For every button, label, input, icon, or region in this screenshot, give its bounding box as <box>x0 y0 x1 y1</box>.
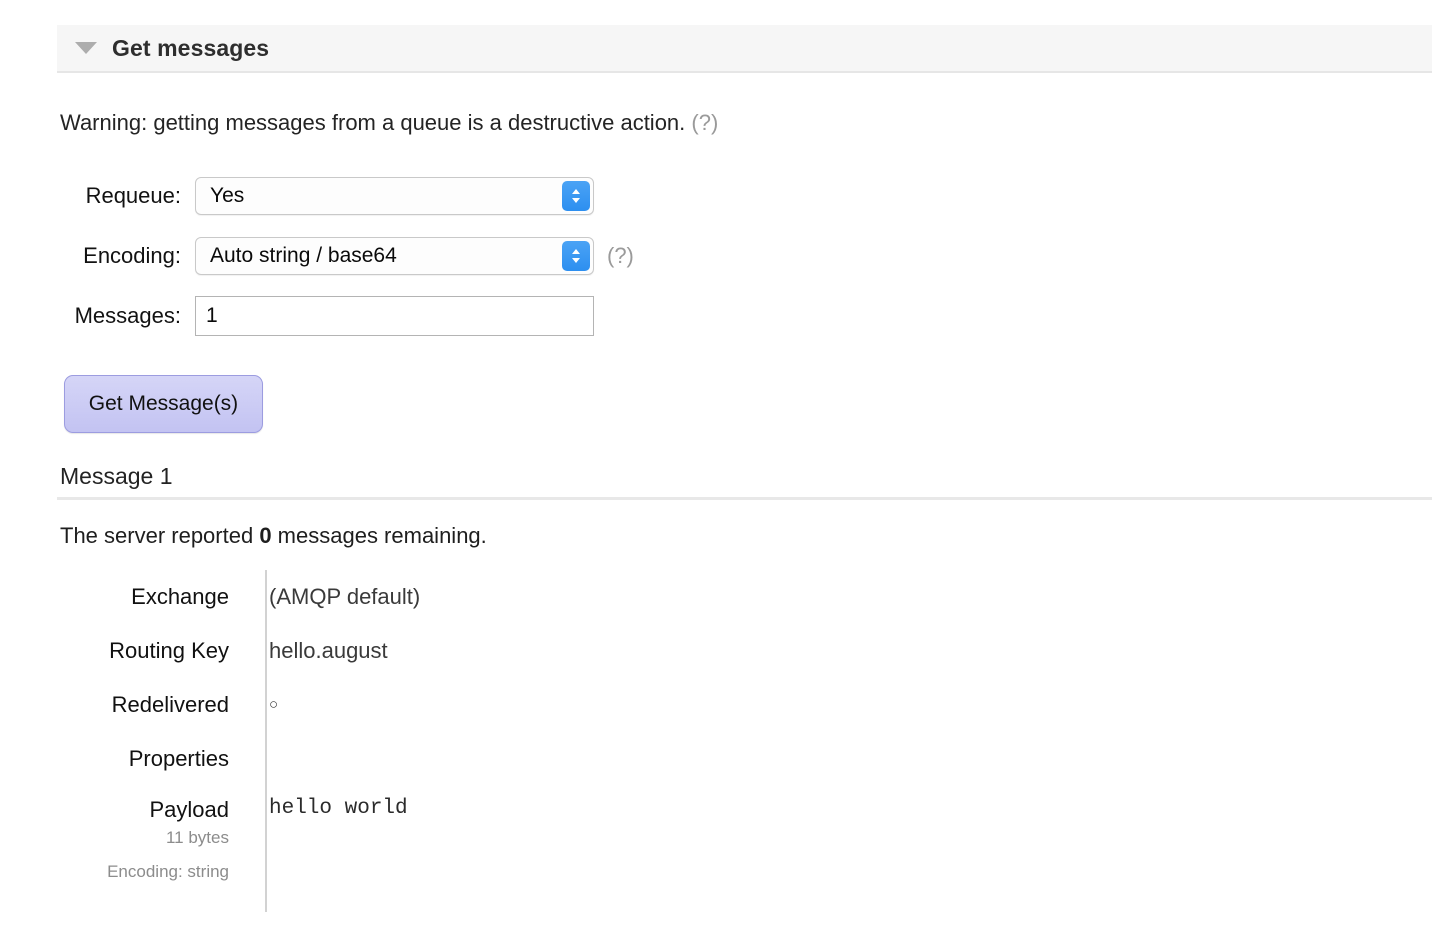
detail-value-exchange: (AMQP default) <box>269 584 421 609</box>
get-messages-button[interactable]: Get Message(s) <box>64 375 263 433</box>
encoding-label: Encoding: <box>83 242 181 268</box>
detail-value-payload: hello world <box>269 797 408 820</box>
messages-row: Messages: <box>0 294 634 337</box>
messages-count-input[interactable] <box>195 295 594 336</box>
encoding-row: Encoding: Auto string / base64 (?) <box>0 234 634 277</box>
server-report-prefix: The server reported <box>60 523 260 548</box>
destructive-action-warning: Warning: getting messages from a queue i… <box>60 110 718 136</box>
detail-value-redelivered: ○ <box>269 696 279 713</box>
requeue-selected-value: Yes <box>210 183 245 207</box>
requeue-label: Requeue: <box>85 182 181 208</box>
warning-text: Warning: getting messages from a queue i… <box>60 110 686 135</box>
payload-label: Payload <box>149 797 229 822</box>
message-detail-table: Exchange (AMQP default) Routing Key hell… <box>0 570 1000 889</box>
get-messages-section-header[interactable]: Get messages <box>57 25 1432 73</box>
payload-encoding: Encoding: string <box>107 862 229 881</box>
triangle-down-icon[interactable] <box>75 42 97 54</box>
chevron-updown-icon[interactable] <box>562 240 590 271</box>
table-row: Redelivered ○ <box>0 678 1000 732</box>
detail-value-routing-key: hello.august <box>269 638 388 663</box>
encoding-help-icon[interactable]: (?) <box>607 243 634 269</box>
messages-label: Messages: <box>74 302 181 328</box>
detail-key-payload: Payload 11 bytes Encoding: string <box>0 786 247 889</box>
get-messages-form: Requeue: Yes Encoding: Auto string / bas… <box>0 174 634 354</box>
table-row: Properties <box>0 732 1000 786</box>
encoding-selected-value: Auto string / base64 <box>210 243 397 267</box>
remaining-count: 0 <box>259 523 272 548</box>
page-title: Get messages <box>112 34 270 61</box>
requeue-select[interactable]: Yes <box>195 176 594 215</box>
detail-key-properties: Properties <box>128 746 229 771</box>
warning-help-icon[interactable]: (?) <box>691 110 718 135</box>
table-row-payload: Payload 11 bytes Encoding: string hello … <box>0 786 1000 889</box>
requeue-row: Requeue: Yes <box>0 174 634 217</box>
encoding-select[interactable]: Auto string / base64 <box>195 236 594 275</box>
detail-key-redelivered: Redelivered <box>111 692 229 717</box>
detail-key-exchange: Exchange <box>131 584 229 609</box>
chevron-updown-icon[interactable] <box>562 180 590 211</box>
table-row: Routing Key hello.august <box>0 624 1000 678</box>
message-index-heading: Message 1 <box>60 463 173 489</box>
detail-key-routing-key: Routing Key <box>109 638 229 663</box>
payload-size: 11 bytes <box>165 828 229 847</box>
table-row: Exchange (AMQP default) <box>0 570 1000 624</box>
server-report-suffix: messages remaining. <box>271 523 487 548</box>
server-report-status: The server reported 0 messages remaining… <box>60 523 487 549</box>
section-divider <box>57 497 1432 500</box>
